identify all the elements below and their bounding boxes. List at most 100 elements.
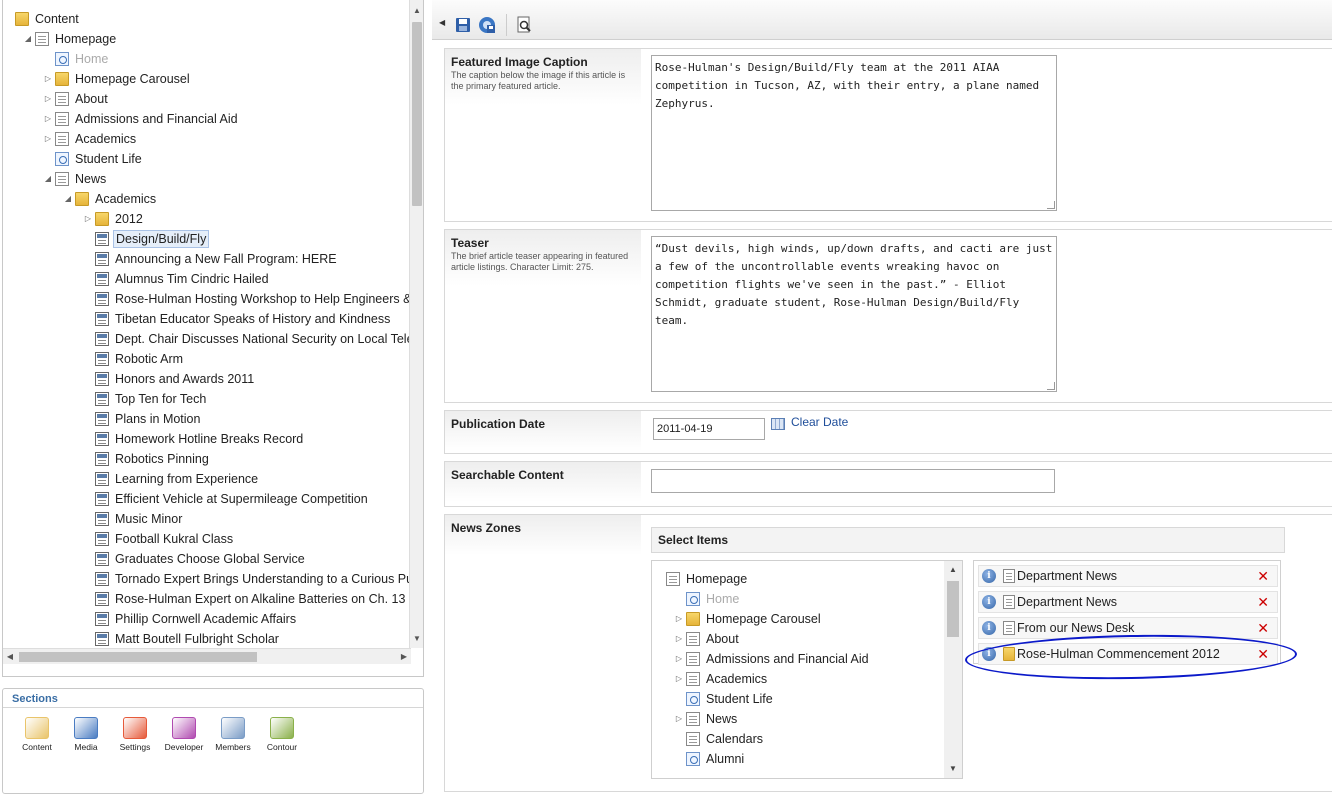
property-title: Publication Date [451, 417, 546, 431]
tree-node-label: Student Life [75, 152, 142, 166]
news-icon [95, 432, 109, 446]
tree-node-label: Rose-Hulman Hosting Workshop to Help Eng… [115, 292, 411, 306]
expand-arrow-icon[interactable]: ▷ [43, 129, 53, 149]
expand-arrow-icon[interactable]: ▷ [674, 649, 684, 669]
section-members[interactable]: Members [209, 717, 257, 757]
property-description: The caption below the image if this arti… [451, 70, 626, 91]
resize-grip-icon[interactable] [1047, 382, 1055, 390]
remove-icon[interactable]: ✕ [1257, 566, 1269, 586]
info-icon[interactable]: i [982, 569, 996, 583]
teaser-textarea[interactable]: “Dust devils, high winds, up/down drafts… [651, 236, 1057, 392]
clear-date-link[interactable]: Clear Date [791, 415, 848, 429]
developer-icon [172, 717, 196, 739]
section-developer[interactable]: Developer [160, 717, 208, 757]
expand-arrow-icon[interactable]: ▷ [674, 629, 684, 649]
media-icon [74, 717, 98, 739]
page-icon [35, 32, 49, 46]
news-icon [95, 472, 109, 486]
expand-arrow-icon[interactable]: ▷ [43, 69, 53, 89]
collapse-arrow-icon[interactable]: ◢ [23, 29, 33, 49]
news-icon [95, 572, 109, 586]
news-icon [95, 592, 109, 606]
contour-icon [270, 717, 294, 739]
expand-arrow-icon[interactable]: ▷ [674, 609, 684, 629]
scroll-up-icon[interactable]: ▲ [944, 563, 962, 577]
scroll-thumb[interactable] [947, 581, 959, 637]
scroll-left-icon[interactable]: ◀ [3, 649, 17, 665]
collapse-arrow-icon[interactable]: ◢ [63, 189, 73, 209]
picker-vertical-scrollbar[interactable]: ▲ ▼ [944, 561, 962, 778]
tree-horizontal-scrollbar[interactable]: ◀ ▶ [3, 648, 411, 664]
publication-date-property: Publication Date 2011-04-19 Clear Date [444, 410, 1332, 454]
section-label: Content [22, 742, 52, 752]
expand-arrow-icon[interactable]: ▷ [43, 109, 53, 129]
section-contour[interactable]: Contour [258, 717, 306, 757]
news-icon [95, 612, 109, 626]
preview-icon[interactable] [515, 16, 533, 34]
calendar-icon[interactable] [771, 418, 785, 430]
scroll-down-icon[interactable]: ▼ [944, 762, 962, 776]
page-icon [1003, 569, 1015, 583]
news-icon [95, 312, 109, 326]
info-icon[interactable]: i [982, 595, 996, 609]
property-title: Searchable Content [451, 468, 564, 482]
section-media[interactable]: Media [62, 717, 110, 757]
news-icon [95, 252, 109, 266]
editor-toolbar: ◀ [432, 0, 1332, 40]
tree-node-label: Music Minor [115, 512, 183, 526]
tree-node-label: About [75, 92, 108, 106]
tree-node-label: Homework Hotline Breaks Record [115, 432, 304, 446]
selected-item-label: Department News [1017, 595, 1118, 609]
section-settings[interactable]: Settings [111, 717, 159, 757]
save-icon[interactable] [454, 16, 472, 34]
tree-node-label: Graduates Choose Global Service [115, 552, 305, 566]
scroll-up-icon[interactable]: ▲ [410, 4, 423, 18]
tree-node-label: Dept. Chair Discusses National Security … [115, 332, 411, 346]
info-icon[interactable]: i [982, 647, 996, 661]
tree-node-label: Academics [75, 132, 137, 146]
content-icon [25, 717, 49, 739]
scroll-thumb[interactable] [19, 652, 257, 662]
tree-node-label: Academics [706, 672, 768, 686]
news-icon [95, 232, 109, 246]
collapse-arrow-icon[interactable]: ◀ [439, 18, 445, 27]
section-content[interactable]: Content [13, 717, 61, 757]
expand-arrow-icon[interactable]: ▷ [674, 709, 684, 729]
collapse-arrow-icon[interactable]: ◢ [43, 169, 53, 189]
sections-title: Sections [12, 693, 58, 705]
resize-grip-icon[interactable] [1047, 201, 1055, 209]
remove-icon[interactable]: ✕ [1257, 618, 1269, 638]
folder-icon [75, 192, 89, 206]
property-description: The brief article teaser appearing in fe… [451, 251, 629, 272]
featured-caption-textarea[interactable]: Rose-Hulman's Design/Build/Fly team at t… [651, 55, 1057, 211]
scroll-thumb[interactable] [412, 22, 422, 206]
link-icon [55, 52, 69, 66]
tree-node-label: News [75, 172, 107, 186]
expand-arrow-icon[interactable]: ▷ [674, 669, 684, 689]
toolbar-separator [506, 14, 507, 36]
info-icon[interactable]: i [982, 621, 996, 635]
publication-date-input[interactable]: 2011-04-19 [653, 418, 765, 440]
tree-node-label: Tornado Expert Brings Understanding to a… [115, 572, 411, 586]
expand-arrow-icon[interactable]: ▷ [43, 89, 53, 109]
tree-node-label: Admissions and Financial Aid [75, 112, 238, 126]
selected-item-label: Department News [1017, 569, 1118, 583]
page-icon [55, 112, 69, 126]
scroll-down-icon[interactable]: ▼ [410, 632, 423, 646]
folder-icon [1003, 647, 1015, 661]
remove-icon[interactable]: ✕ [1257, 592, 1269, 612]
selected-item-label: Rose-Hulman Commencement 2012 [1017, 647, 1220, 661]
tree-node-label: Admissions and Financial Aid [706, 652, 869, 666]
remove-icon[interactable]: ✕ [1257, 644, 1269, 664]
tree-vertical-scrollbar[interactable]: ▲ ▼ [409, 0, 423, 648]
save-and-publish-icon[interactable] [478, 16, 496, 34]
searchable-content-input[interactable] [651, 469, 1055, 493]
expand-arrow-icon[interactable]: ▷ [83, 209, 93, 229]
news-icon [95, 552, 109, 566]
page-icon [55, 172, 69, 186]
featured-caption-text: Rose-Hulman's Design/Build/Fly team at t… [655, 61, 1040, 110]
scroll-right-icon[interactable]: ▶ [397, 649, 411, 665]
featured-image-caption-property: Featured Image Caption The caption below… [444, 48, 1332, 222]
tree-node-label: Efficient Vehicle at Supermileage Compet… [115, 492, 368, 506]
tree-node-label: Phillip Cornwell Academic Affairs [115, 612, 297, 626]
